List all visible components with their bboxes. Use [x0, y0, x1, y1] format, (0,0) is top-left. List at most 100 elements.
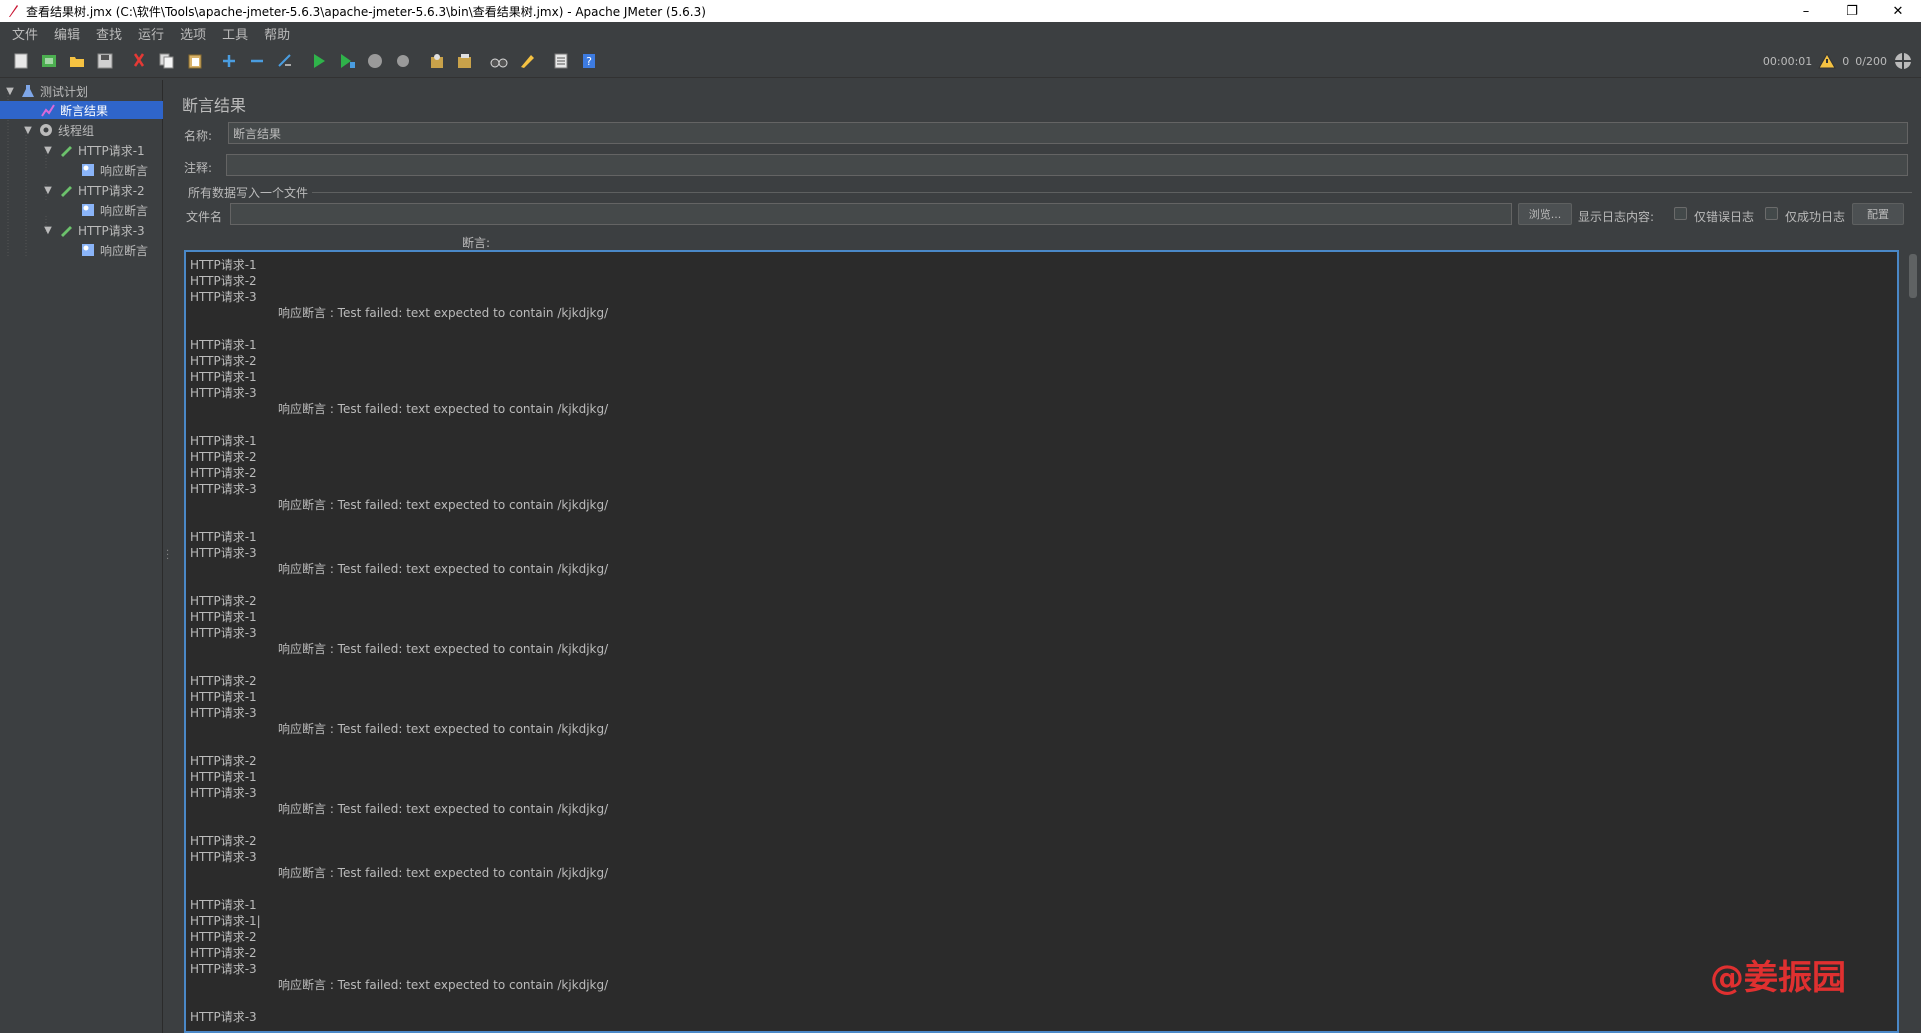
browse-button[interactable]: 浏览... [1518, 203, 1572, 225]
new-icon[interactable] [8, 48, 34, 74]
start-no-pauses-icon[interactable] [334, 48, 360, 74]
clear-all-icon[interactable] [452, 48, 478, 74]
menu-tools[interactable]: 工具 [214, 24, 256, 43]
request-result-line: HTTP请求-1 [190, 370, 257, 384]
request-result-line: HTTP请求-3 [190, 786, 257, 800]
chart-icon [40, 102, 56, 118]
stop-icon[interactable] [362, 48, 388, 74]
request-result-line: HTTP请求-3 [190, 706, 257, 720]
flask-icon [20, 83, 36, 99]
menu-file[interactable]: 文件 [4, 24, 46, 43]
copy-icon[interactable] [154, 48, 180, 74]
errors-only-label: 仅错误日志 [1694, 210, 1755, 224]
clear-icon[interactable] [424, 48, 450, 74]
name-label: 名称: [184, 129, 213, 143]
paste-icon[interactable] [182, 48, 208, 74]
request-result-line: HTTP请求-2 [190, 354, 257, 368]
comment-input[interactable] [226, 154, 1908, 176]
request-result-line: HTTP请求-1 [190, 610, 257, 624]
reset-search-icon[interactable] [514, 48, 540, 74]
menu-bar: 文件 编辑 查找 运行 选项 工具 帮助 [0, 22, 1921, 44]
request-result-line: HTTP请求-1 [190, 898, 257, 912]
request-result-line: HTTP请求-2 [190, 930, 257, 944]
assertion-failure-line: 响应断言 : Test failed: text expected to con… [278, 722, 609, 736]
vertical-scrollbar[interactable] [1907, 252, 1919, 1032]
tree-node-response-assertion-2[interactable]: 响应断言 [80, 201, 163, 219]
splitter-grip-icon[interactable]: · · · [166, 547, 169, 565]
test-plan-tree: ▼ 测试计划 断言结果 ▼ 线程组 ▼ HTTP请求-1 响应断言 ▼ HTTP… [0, 80, 163, 1033]
menu-options[interactable]: 选项 [172, 24, 214, 43]
request-result-line: HTTP请求-3 [190, 626, 257, 640]
assertion-failure-line: 响应断言 : Test failed: text expected to con… [278, 866, 609, 880]
restore-button[interactable]: ❐ [1829, 0, 1875, 22]
assertion-failure-line: 响应断言 : Test failed: text expected to con… [278, 562, 609, 576]
chevron-down-icon[interactable]: ▼ [42, 145, 54, 156]
request-result-line: HTTP请求-1| [190, 914, 261, 928]
success-only-checkbox[interactable] [1765, 207, 1778, 220]
request-result-line: HTTP请求-2 [190, 754, 257, 768]
request-result-line: HTTP请求-2 [190, 674, 257, 688]
close-button[interactable]: ✕ [1875, 0, 1921, 22]
help-icon[interactable]: ? [576, 48, 602, 74]
errors-only-checkbox[interactable] [1674, 207, 1687, 220]
assertion-failure-line: 响应断言 : Test failed: text expected to con… [278, 306, 609, 320]
menu-run[interactable]: 运行 [130, 24, 172, 43]
request-result-line: HTTP请求-1 [190, 258, 257, 272]
file-group-title: 所有数据写入一个文件 [188, 186, 309, 200]
request-result-line: HTTP请求-2 [190, 834, 257, 848]
menu-edit[interactable]: 编辑 [46, 24, 88, 43]
cut-icon[interactable] [126, 48, 152, 74]
tree-node-http-request-1[interactable]: ▼ HTTP请求-1 [42, 141, 163, 159]
watermark-text: @姜振园 [1710, 958, 1846, 998]
minimize-button[interactable]: – [1783, 0, 1829, 22]
tree-node-test-plan[interactable]: ▼ 测试计划 [4, 82, 163, 100]
request-result-line: HTTP请求-3 [190, 290, 257, 304]
tree-node-response-assertion-1[interactable]: 响应断言 [80, 161, 163, 179]
open-icon[interactable] [64, 48, 90, 74]
collapse-all-icon[interactable] [244, 48, 270, 74]
request-result-line: HTTP请求-2 [190, 450, 257, 464]
menu-help[interactable]: 帮助 [256, 24, 298, 43]
save-icon[interactable] [92, 48, 118, 74]
scrollbar-thumb[interactable] [1909, 254, 1917, 298]
tree-node-response-assertion-3[interactable]: 响应断言 [80, 241, 163, 259]
chevron-down-icon[interactable]: ▼ [42, 225, 54, 236]
assertion-failure-line: 响应断言 : Test failed: text expected to con… [278, 802, 609, 816]
tree-node-http-request-3[interactable]: ▼ HTTP请求-3 [42, 221, 163, 239]
request-result-line: HTTP请求-1 [190, 690, 257, 704]
assertion-results-textarea[interactable]: HTTP请求-1 HTTP请求-2 HTTP请求-3 响应断言 : Test fail… [184, 250, 1899, 1033]
warning-count: 0 [1842, 54, 1850, 68]
menu-search[interactable]: 查找 [88, 24, 130, 43]
shutdown-icon[interactable] [390, 48, 416, 74]
request-result-line: HTTP请求-3 [190, 962, 257, 976]
expand-all-icon[interactable] [216, 48, 242, 74]
filename-input[interactable] [230, 203, 1512, 225]
configure-button[interactable]: 配置 [1852, 203, 1904, 225]
window-titlebar: 查看结果树.jmx (C:\软件\Tools\apache-jmeter-5.6… [0, 0, 1921, 22]
templates-icon[interactable] [36, 48, 62, 74]
comment-label: 注释: [184, 161, 213, 175]
start-icon[interactable] [306, 48, 332, 74]
name-input[interactable] [228, 122, 1908, 144]
tree-node-http-request-2[interactable]: ▼ HTTP请求-2 [42, 181, 163, 199]
remote-globe-icon[interactable] [1893, 51, 1913, 71]
request-result-line: HTTP请求-3 [190, 386, 257, 400]
assertion-icon [80, 162, 96, 178]
chevron-down-icon[interactable]: ▼ [22, 125, 34, 136]
tree-node-thread-group[interactable]: ▼ 线程组 [22, 121, 163, 139]
request-result-line: HTTP请求-3 [190, 546, 257, 560]
tree-node-assertion-results[interactable]: 断言结果 [0, 101, 163, 119]
search-binoculars-icon[interactable] [486, 48, 512, 74]
request-result-line: HTTP请求-2 [190, 466, 257, 480]
toggle-icon[interactable] [272, 48, 298, 74]
warning-icon[interactable] [1818, 52, 1837, 70]
function-helper-icon[interactable] [548, 48, 574, 74]
assertion-failure-line: 响应断言 : Test failed: text expected to con… [278, 642, 609, 656]
chevron-down-icon[interactable]: ▼ [4, 86, 16, 97]
assertion-failure-line: 响应断言 : Test failed: text expected to con… [278, 402, 609, 416]
pane-splitter[interactable]: · · · [164, 80, 172, 1033]
thread-count: 0/200 [1855, 54, 1887, 68]
pen-icon [58, 142, 74, 158]
chevron-down-icon[interactable]: ▼ [42, 185, 54, 196]
request-result-line: HTTP请求-3 [190, 850, 257, 864]
